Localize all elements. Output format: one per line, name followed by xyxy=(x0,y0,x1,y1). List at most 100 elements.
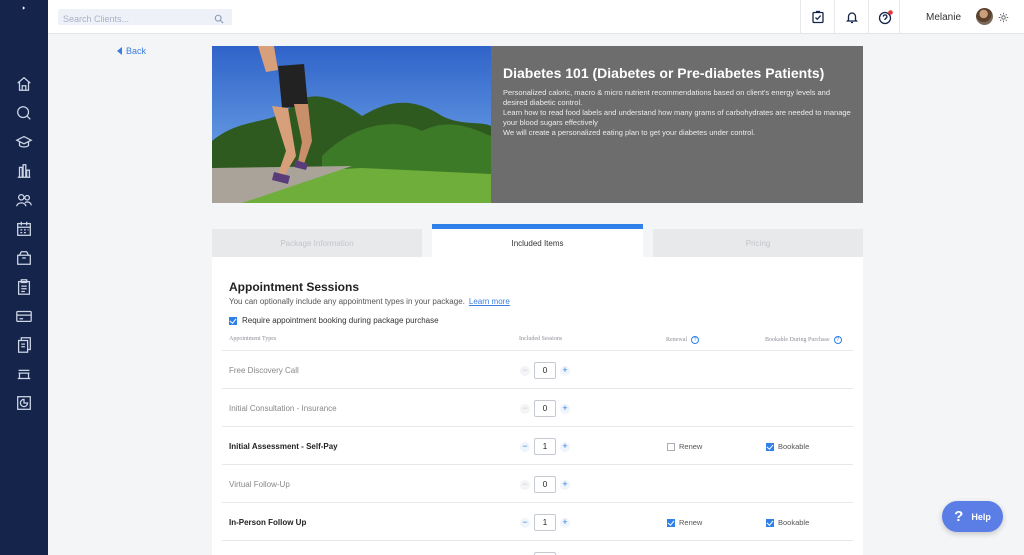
bookable-label: Bookable xyxy=(778,518,810,527)
sessions-count[interactable]: 0 xyxy=(534,400,556,417)
renew-label: Renew xyxy=(679,518,703,527)
chat-icon[interactable] xyxy=(14,103,34,123)
appointment-type-name: Free Discovery Call xyxy=(229,366,299,375)
sidebar xyxy=(0,0,48,555)
billing-card-icon[interactable] xyxy=(14,306,34,326)
help-question-icon: ? xyxy=(954,508,964,525)
table-row: Initial Assessment - Self-Pay − 1 + Rene… xyxy=(222,427,853,465)
home-icon[interactable] xyxy=(14,74,34,94)
description-line: We will create a personalized eating pla… xyxy=(503,128,756,137)
sessions-stepper: − 1 + xyxy=(520,438,570,455)
tab-package-information[interactable]: Package Information xyxy=(212,229,422,257)
increment-button[interactable]: + xyxy=(560,403,570,414)
sessions-stepper: − 1 + xyxy=(520,514,570,531)
sessions-count[interactable]: 1 xyxy=(534,438,556,455)
appointment-type-name: Initial Consultation - Insurance xyxy=(229,404,337,413)
analytics-icon[interactable] xyxy=(14,393,34,413)
decrement-button[interactable]: − xyxy=(520,365,530,376)
tab-included-items[interactable]: Included Items xyxy=(432,224,643,257)
renew-option[interactable]: Renew xyxy=(667,518,702,527)
require-booking-row[interactable]: Require appointment booking during packa… xyxy=(229,316,439,325)
table-row: − + xyxy=(222,541,853,555)
decrement-button[interactable]: − xyxy=(520,441,530,452)
sessions-stepper: − 0 + xyxy=(520,476,570,493)
column-header-label: Included Sessions xyxy=(519,336,563,342)
avatar[interactable] xyxy=(976,8,993,25)
top-bar: Melanie xyxy=(48,0,1024,34)
bookable-checkbox[interactable] xyxy=(766,518,774,527)
graduation-cap-icon[interactable] xyxy=(14,132,34,152)
bookable-label: Bookable xyxy=(778,442,810,451)
increment-button[interactable]: + xyxy=(560,441,570,452)
calendar-icon[interactable] xyxy=(14,219,34,239)
search-box xyxy=(58,9,232,27)
runner-photo xyxy=(212,46,491,203)
support-alert-icon[interactable] xyxy=(868,0,902,34)
user-name: Melanie xyxy=(926,12,962,23)
decrement-button[interactable]: − xyxy=(520,517,530,528)
sessions-stepper: − 0 + xyxy=(520,362,570,379)
sessions-count[interactable]: 0 xyxy=(534,476,556,493)
sessions-count[interactable]: 1 xyxy=(534,514,556,531)
description-line: Personalized caloric, macro & micro nutr… xyxy=(503,88,831,107)
back-label: Back xyxy=(126,46,147,56)
learn-more-link[interactable]: Learn more xyxy=(469,297,510,306)
clients-icon[interactable] xyxy=(14,190,34,210)
back-link[interactable]: Back xyxy=(117,46,146,56)
package-hero: Diabetes 101 (Diabetes or Pre-diabetes P… xyxy=(212,46,863,203)
bookable-option[interactable]: Bookable xyxy=(766,442,809,451)
included-items-panel: Appointment Sessions You can optionally … xyxy=(212,257,863,555)
column-header-label: Renewal xyxy=(666,337,687,343)
package-tabs: Package Information Included Items Prici… xyxy=(212,224,863,257)
appointment-type-name: Initial Assessment - Self-Pay xyxy=(229,442,338,451)
column-header-label: Appointment Types xyxy=(229,336,277,342)
decrement-button[interactable]: − xyxy=(520,403,530,414)
back-arrow-icon xyxy=(117,47,122,55)
help-button[interactable]: ? Help xyxy=(942,501,1003,532)
increment-button[interactable]: + xyxy=(560,365,570,376)
renewal-help-icon[interactable]: ? xyxy=(691,336,699,344)
renew-option[interactable]: Renew xyxy=(667,442,702,451)
packages-icon[interactable] xyxy=(14,248,34,268)
user-menu[interactable]: Melanie xyxy=(899,0,1024,34)
column-header-types: Appointment Types xyxy=(229,336,276,342)
search-icon[interactable] xyxy=(214,11,224,29)
column-header-label: Bookable During Purchase xyxy=(765,337,830,343)
store-icon[interactable] xyxy=(14,364,34,384)
tab-pricing[interactable]: Pricing xyxy=(653,229,863,257)
require-booking-checkbox[interactable] xyxy=(229,316,237,325)
bookable-help-icon[interactable]: ? xyxy=(833,336,842,344)
sidebar-expand-icon[interactable] xyxy=(0,0,48,16)
gear-icon[interactable] xyxy=(998,10,1009,28)
reports-icon[interactable] xyxy=(14,161,34,181)
bookable-option[interactable]: Bookable xyxy=(766,518,809,527)
package-title: Diabetes 101 (Diabetes or Pre-diabetes P… xyxy=(503,65,825,81)
search-clients-input[interactable] xyxy=(58,11,208,27)
section-title: Appointment Sessions xyxy=(229,280,360,294)
sessions-stepper: − 0 + xyxy=(520,400,570,417)
column-header-sessions: Included Sessions xyxy=(519,336,562,342)
tasks-checklist-icon[interactable] xyxy=(800,0,834,34)
notifications-bell-icon[interactable] xyxy=(834,0,868,34)
help-label: Help xyxy=(971,511,991,522)
table-row: In-Person Follow Up − 1 + Renew Bookable xyxy=(222,503,853,541)
clipboard-icon[interactable] xyxy=(14,277,34,297)
require-booking-label: Require appointment booking during packa… xyxy=(242,316,439,325)
decrement-button[interactable]: − xyxy=(520,479,530,490)
renew-checkbox[interactable] xyxy=(667,442,675,451)
increment-button[interactable]: + xyxy=(560,479,570,490)
appointment-type-name: Virtual Follow-Up xyxy=(229,480,290,489)
documents-icon[interactable] xyxy=(14,335,34,355)
appointment-type-name: In-Person Follow Up xyxy=(229,518,307,527)
renew-label: Renew xyxy=(679,442,703,451)
description-line: Learn how to read food labels and unders… xyxy=(503,108,851,127)
table-row: Virtual Follow-Up − 0 + xyxy=(222,465,853,503)
section-subtitle-text: You can optionally include any appointme… xyxy=(229,297,465,306)
increment-button[interactable]: + xyxy=(560,517,570,528)
section-subtitle: You can optionally include any appointme… xyxy=(229,297,510,306)
sessions-count[interactable]: 0 xyxy=(534,362,556,379)
bookable-checkbox[interactable] xyxy=(766,442,774,451)
column-header-bookable: Bookable During Purchase? xyxy=(765,336,842,344)
table-row: Initial Consultation - Insurance − 0 + xyxy=(222,389,853,427)
renew-checkbox[interactable] xyxy=(667,518,675,527)
